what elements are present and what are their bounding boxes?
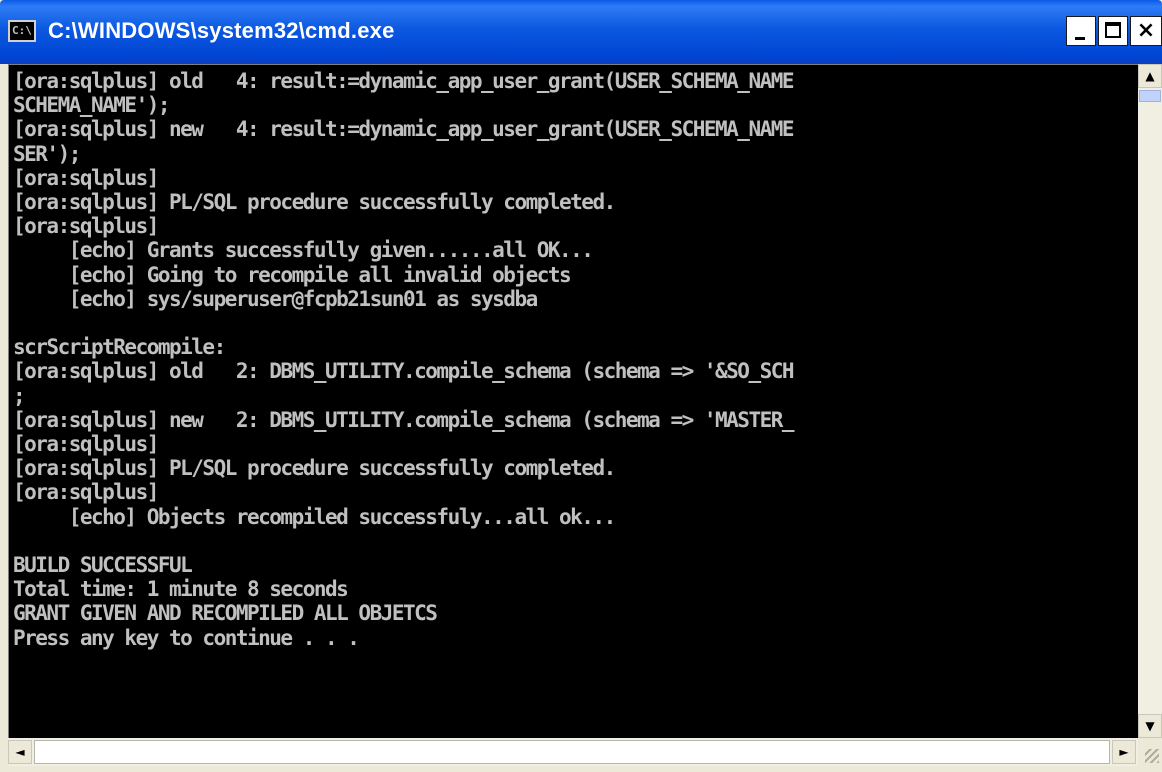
console-line: [ora:sqlplus] PL/SQL procedure successfu… xyxy=(13,456,616,481)
console-line: BUILD SUCCESSFUL xyxy=(13,553,193,577)
horizontal-scroll-thumb[interactable] xyxy=(34,740,1110,764)
minimize-button[interactable] xyxy=(1066,16,1096,46)
console-line: [ora:sqlplus] PL/SQL procedure successfu… xyxy=(13,190,616,214)
console-line: ; xyxy=(13,383,26,408)
console-line: [ora:sqlplus] xyxy=(13,165,159,190)
console-line: SER'); xyxy=(13,141,81,166)
console-line: [ora:sqlplus] new 4: result:=dynamic_app… xyxy=(13,117,795,142)
cmd-window: C:\ C:\WINDOWS\system32\cmd.exe × [ora:s… xyxy=(0,0,1162,772)
console-line: Total time: 1 minute 8 seconds xyxy=(13,577,349,602)
horizontal-scrollbar[interactable]: ◄ ► xyxy=(8,738,1138,766)
console-line: [echo] Grants successfully given......al… xyxy=(13,238,594,263)
resize-grip-icon[interactable] xyxy=(1138,738,1162,766)
scroll-left-button[interactable]: ◄ xyxy=(8,740,32,764)
close-button[interactable]: × xyxy=(1130,16,1162,46)
scroll-down-button[interactable]: ▼ xyxy=(1138,714,1162,738)
vertical-scrollbar[interactable]: ▲ ▼ xyxy=(1138,64,1162,738)
maximize-button[interactable] xyxy=(1098,16,1128,46)
console-line: scrScriptRecompile: xyxy=(13,335,226,360)
console-line: [echo] Going to recompile all invalid ob… xyxy=(13,262,572,287)
title-bar[interactable]: C:\ C:\WINDOWS\system32\cmd.exe × xyxy=(0,0,1162,64)
console-output[interactable]: [ora:sqlplus] old 4: result:=dynamic_app… xyxy=(8,64,1138,738)
console-line: [ora:sqlplus] xyxy=(13,480,159,505)
close-icon: × xyxy=(1136,18,1156,43)
scroll-right-button[interactable]: ► xyxy=(1112,740,1136,764)
maximize-icon xyxy=(1105,22,1121,38)
console-line: Press any key to continue . . . xyxy=(13,625,360,650)
console-app-icon[interactable]: C:\ xyxy=(8,20,36,42)
arrow-up-icon: ▲ xyxy=(1145,69,1155,83)
console-line: SCHEMA_NAME'); xyxy=(13,93,171,118)
console-line: [ora:sqlplus] xyxy=(13,214,159,239)
console-line: [ora:sqlplus] xyxy=(13,432,159,456)
console-line: [echo] sys/superuser@fcpb21sun01 as sysd… xyxy=(13,286,539,311)
vertical-scroll-thumb[interactable] xyxy=(1139,90,1161,102)
console-line: GRANT GIVEN AND RECOMPILED ALL OBJETCS xyxy=(13,601,438,626)
console-line: [echo] Objects recompiled successfuly...… xyxy=(13,504,617,529)
console-line: [ora:sqlplus] old 4: result:=dynamic_app… xyxy=(13,69,795,93)
console-line: [ora:sqlplus] new 2: DBMS_UTILITY.compil… xyxy=(13,407,795,432)
console-line: [ora:sqlplus] old 2: DBMS_UTILITY.compil… xyxy=(13,359,795,384)
minimize-icon xyxy=(1075,37,1085,40)
window-title: C:\WINDOWS\system32\cmd.exe xyxy=(48,18,395,43)
scroll-up-button[interactable]: ▲ xyxy=(1138,64,1162,88)
arrow-right-icon: ► xyxy=(1119,745,1129,759)
arrow-left-icon: ◄ xyxy=(15,745,25,759)
arrow-down-icon: ▼ xyxy=(1145,719,1155,733)
